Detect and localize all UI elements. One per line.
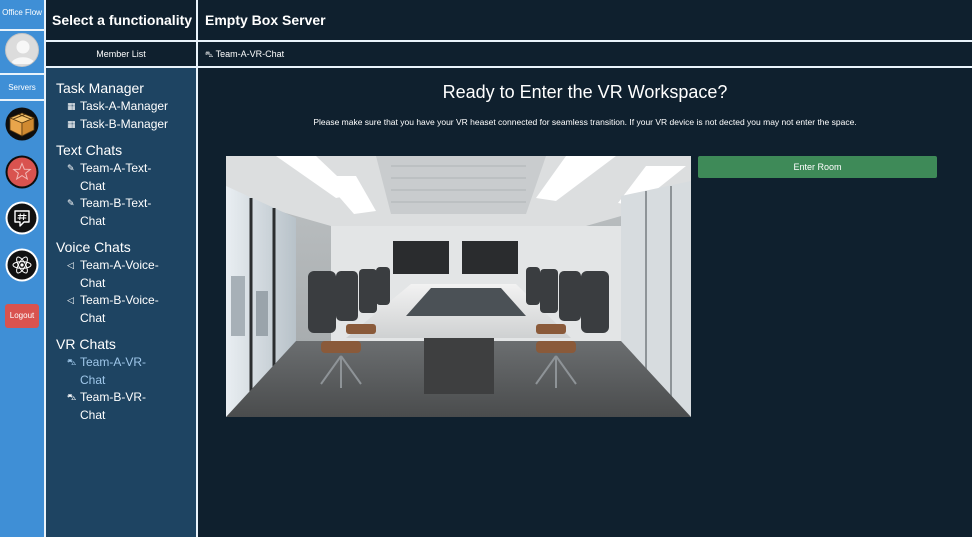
channel-team-b-vr-chat[interactable]: ⛍ Team-B-VR-Chat (56, 389, 186, 424)
channel-team-a-voice-chat[interactable]: ◁ Team-A-Voice-Chat (56, 257, 186, 292)
channel-team-a-text-chat[interactable]: ✎ Team-A-Text-Chat (56, 160, 186, 195)
server-button-star[interactable] (5, 155, 39, 189)
megaphone-icon: ◁ (67, 260, 74, 270)
rail-divider (0, 99, 44, 101)
channel-team-b-voice-chat[interactable]: ◁ Team-B-Voice-Chat (56, 292, 186, 327)
channel-label: Team-A-Voice-Chat (80, 258, 159, 290)
server-button-chat[interactable] (5, 201, 39, 235)
server-title: Empty Box Server (205, 12, 326, 28)
star-icon (5, 155, 39, 189)
breadcrumb-channel: Team-A-VR-Chat (215, 49, 285, 59)
group-title: Voice Chats (56, 239, 131, 255)
group-title: Task Manager (56, 80, 144, 96)
table-icon: ▦ (67, 118, 76, 129)
member-list-button[interactable]: Member List (46, 42, 196, 66)
servers-label: Servers (8, 83, 36, 92)
server-rail: Office Flow Servers Logout (0, 0, 44, 537)
channel-groups: Task Manager ▦ Task-A-Manager ▦ Task-B-M… (46, 68, 196, 424)
rail-divider (0, 29, 44, 31)
server-button-atom[interactable] (5, 248, 39, 282)
channel-team-b-text-chat[interactable]: ✎ Team-B-Text-Chat (56, 195, 186, 230)
user-avatar[interactable] (5, 33, 39, 67)
sidebar-title: Select a functionality (46, 0, 196, 40)
main-panel: Empty Box Server ⛍ Team-A-VR-Chat Ready … (198, 0, 972, 537)
vr-headset-icon: ⛍ (67, 392, 77, 402)
user-silhouette-icon (6, 34, 38, 66)
pencil-icon: ✎ (67, 198, 75, 208)
megaphone-icon: ◁ (67, 295, 74, 305)
channel-label: Team-A-Text-Chat (80, 161, 152, 193)
conference-room-illustration (226, 156, 691, 417)
conference-room-image (226, 156, 691, 417)
vr-headset-icon: ⛍ (67, 357, 77, 367)
channel-label: Team-B-VR-Chat (80, 390, 147, 422)
app-window: Office Flow Servers Logout Select a func… (0, 0, 972, 537)
group-vr-chats: VR Chats ⛍ Team-A-VR-Chat ⛍ Team-B-VR-Ch… (56, 336, 186, 424)
group-title: VR Chats (56, 336, 116, 352)
vr-notice-text: Please make sure that you have your VR h… (313, 117, 857, 127)
channel-label: Task-A-Manager (80, 99, 169, 113)
pencil-icon: ✎ (67, 163, 75, 173)
server-button-box[interactable] (5, 107, 39, 141)
table-icon: ▦ (67, 101, 76, 111)
vr-headset-icon: ⛍ (205, 50, 214, 59)
channel-label: Team-B-Voice-Chat (80, 293, 159, 325)
channel-label: Team-A-VR-Chat (80, 355, 147, 387)
rail-divider (0, 73, 44, 75)
box-icon (5, 107, 39, 141)
group-text-chats: Text Chats ✎ Team-A-Text-Chat ✎ Team-B-T… (56, 142, 186, 230)
group-task-manager: Task Manager ▦ Task-A-Manager ▦ Task-B-M… (56, 80, 186, 133)
group-voice-chats: Voice Chats ◁ Team-A-Voice-Chat ◁ Team-B… (56, 239, 186, 327)
breadcrumb-divider (198, 66, 972, 68)
logout-button[interactable]: Logout (5, 304, 39, 328)
app-brand: Office Flow (2, 8, 42, 17)
channel-sidebar: Select a functionality Member List Task … (44, 0, 198, 537)
enter-room-button[interactable]: Enter Room (698, 156, 937, 178)
channel-label: Task-B-Manager (80, 116, 169, 131)
channel-task-a-manager[interactable]: ▦ Task-A-Manager (56, 98, 186, 116)
channel-team-a-vr-chat[interactable]: ⛍ Team-A-VR-Chat (56, 354, 186, 389)
channel-task-b-manager[interactable]: ▦ Task-B-Manager (56, 116, 186, 134)
atom-icon (5, 248, 39, 282)
group-title: Text Chats (56, 142, 123, 158)
channel-label: Team-B-Text-Chat (80, 196, 152, 228)
hashtag-chat-icon (5, 201, 39, 235)
page-heading: Ready to Enter the VR Workspace? (442, 82, 728, 102)
breadcrumb: ⛍ Team-A-VR-Chat (198, 42, 972, 66)
